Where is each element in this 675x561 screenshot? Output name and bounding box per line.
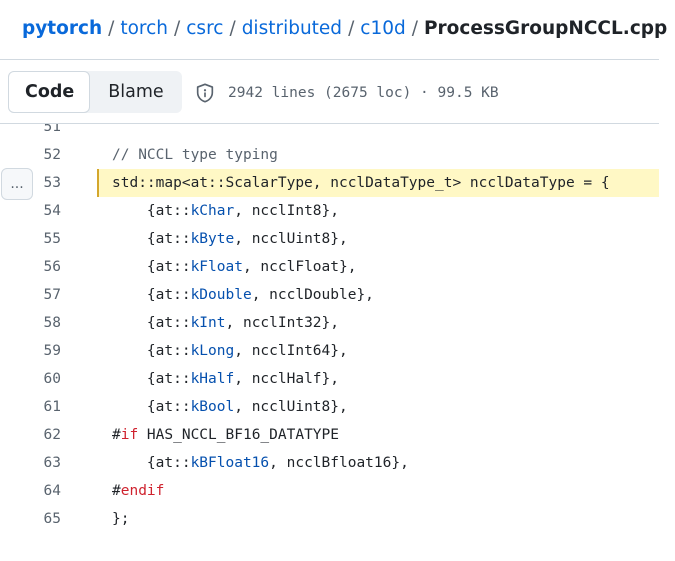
code-token: kByte	[190, 231, 235, 247]
code-token: kInt	[190, 315, 226, 331]
code-token: {at::	[112, 455, 191, 471]
code-text: std::map<at::ScalarType, ncclDataType_t>…	[112, 169, 610, 197]
line-number[interactable]: 59	[0, 337, 61, 365]
breadcrumb-repo-link[interactable]: pytorch	[22, 18, 102, 39]
code-token: kBFloat16	[190, 455, 270, 471]
code-text: {at::kInt, ncclInt32},	[112, 309, 339, 337]
code-line: 64 #endif	[0, 477, 659, 505]
code-token: , ncclInt64},	[234, 343, 348, 359]
code-token: kBool	[190, 399, 235, 415]
github-file-view: pytorch / torch / csrc / distributed / c10d / Proc…	[0, 0, 675, 561]
code-token: {at::	[112, 259, 191, 275]
code-text: {at::kHalf, ncclHalf},	[112, 365, 339, 393]
line-number[interactable]: 63	[0, 449, 61, 477]
breadcrumb: pytorch / torch / csrc / distributed / c10d / Proc…	[22, 16, 667, 42]
code-line: 62 #if HAS_NCCL_BF16_DATATYPE	[0, 421, 659, 449]
breadcrumb-dir-torch[interactable]: torch	[120, 18, 168, 39]
code-view: 51 52 // NCCL type typing53 std::map<at::Sc…	[0, 124, 659, 544]
code-token: #	[112, 483, 121, 499]
code-token: {at::	[112, 399, 191, 415]
code-line: 60 {at::kHalf, ncclHalf},	[0, 365, 659, 393]
code-token: {at::	[112, 371, 191, 387]
code-token: endif	[120, 483, 165, 499]
code-line: 57 {at::kDouble, ncclDouble},	[0, 281, 659, 309]
line-number[interactable]: 60	[0, 365, 61, 393]
line-number[interactable]: 55	[0, 225, 61, 253]
code-text: // NCCL type typing	[112, 141, 278, 169]
view-mode-segmented-control: Code Blame	[8, 71, 182, 113]
code-token: , ncclUint8},	[234, 399, 348, 415]
code-token: , ncclHalf},	[234, 371, 339, 387]
breadcrumb-current-file: ProcessGroupNCCL.cpp	[424, 18, 668, 39]
code-text: {at::kDouble, ncclDouble},	[112, 281, 374, 309]
code-token: , ncclFloat},	[242, 259, 357, 275]
code-text: {at::kBool, ncclUint8},	[112, 393, 348, 421]
code-token: #	[112, 427, 121, 443]
blame-tab-button[interactable]: Blame	[90, 71, 182, 113]
code-tab-button[interactable]: Code	[8, 71, 90, 113]
code-token: , ncclUint8},	[234, 231, 348, 247]
code-text: #endif	[112, 477, 164, 505]
code-token: std::map<at::ScalarType, ncclDataType_t>…	[112, 175, 610, 191]
line-number[interactable]: 58	[0, 309, 61, 337]
code-token: {at::	[112, 315, 191, 331]
line-number[interactable]: 57	[0, 281, 61, 309]
code-token: };	[112, 511, 130, 527]
code-line: 56 {at::kFloat, ncclFloat},	[0, 253, 659, 281]
code-line: 61 {at::kBool, ncclUint8},	[0, 393, 659, 421]
breadcrumb-separator: /	[174, 18, 181, 39]
code-token: kHalf	[190, 371, 235, 387]
line-number[interactable]: 62	[0, 421, 61, 449]
line-number[interactable]: 61	[0, 393, 61, 421]
breadcrumb-separator: /	[108, 18, 115, 39]
line-options-button[interactable]: ...	[1, 168, 33, 200]
line-number[interactable]: 56	[0, 253, 61, 281]
code-text: {at::kBFloat16, ncclBfloat16},	[112, 449, 409, 477]
code-text: {at::kFloat, ncclFloat},	[112, 253, 357, 281]
code-line: 55 {at::kByte, ncclUint8},	[0, 225, 659, 253]
file-info-text: 2942 lines (2675 loc) · 99.5 KB	[228, 85, 499, 101]
breadcrumb-dir-csrc[interactable]: csrc	[186, 18, 223, 39]
code-line: 63 {at::kBFloat16, ncclBfloat16},	[0, 449, 659, 477]
code-token: // NCCL type typing	[112, 147, 278, 163]
code-line: 54 {at::kChar, ncclInt8},	[0, 197, 659, 225]
file-toolbar: Code Blame 2942 lines (2675 loc) · 99.5 …	[0, 60, 659, 122]
line-number[interactable]: 65	[0, 505, 61, 533]
breadcrumb-dir-distributed[interactable]: distributed	[242, 18, 342, 39]
shield-icon[interactable]	[194, 82, 216, 104]
code-line: 52 // NCCL type typing	[0, 141, 659, 169]
code-token: {at::	[112, 203, 191, 219]
code-token: kFloat	[190, 259, 243, 275]
code-token: , ncclInt8},	[234, 203, 339, 219]
breadcrumb-dir-c10d[interactable]: c10d	[360, 18, 405, 39]
code-token: , ncclBfloat16},	[269, 455, 409, 471]
code-token: if	[120, 427, 139, 443]
line-number[interactable]: 54	[0, 197, 61, 225]
code-line: 59 {at::kLong, ncclInt64},	[0, 337, 659, 365]
breadcrumb-separator: /	[411, 18, 418, 39]
breadcrumb-separator: /	[348, 18, 355, 39]
code-text: {at::kLong, ncclInt64},	[112, 337, 348, 365]
code-text: {at::kChar, ncclInt8},	[112, 197, 339, 225]
line-number[interactable]: 51	[0, 124, 61, 141]
line-number[interactable]: 52	[0, 141, 61, 169]
code-token: HAS_NCCL_BF16_DATATYPE	[138, 427, 339, 443]
code-token: , ncclInt32},	[225, 315, 340, 331]
code-text: #if HAS_NCCL_BF16_DATATYPE	[112, 421, 339, 449]
code-line: 65};	[0, 505, 659, 533]
code-token: kDouble	[190, 287, 252, 303]
line-number[interactable]: 64	[0, 477, 61, 505]
code-text: {at::kByte, ncclUint8},	[112, 225, 348, 253]
code-token: {at::	[112, 287, 191, 303]
code-token: {at::	[112, 231, 191, 247]
code-token: kChar	[190, 203, 235, 219]
breadcrumb-separator: /	[229, 18, 236, 39]
code-line: 51	[0, 124, 659, 141]
code-token: kLong	[190, 343, 235, 359]
code-token: {at::	[112, 343, 191, 359]
code-line: 53 std::map<at::ScalarType, ncclDataType_…	[0, 169, 659, 197]
code-line: 58 {at::kInt, ncclInt32},	[0, 309, 659, 337]
code-token: , ncclDouble},	[251, 287, 374, 303]
code-text: };	[112, 505, 129, 533]
